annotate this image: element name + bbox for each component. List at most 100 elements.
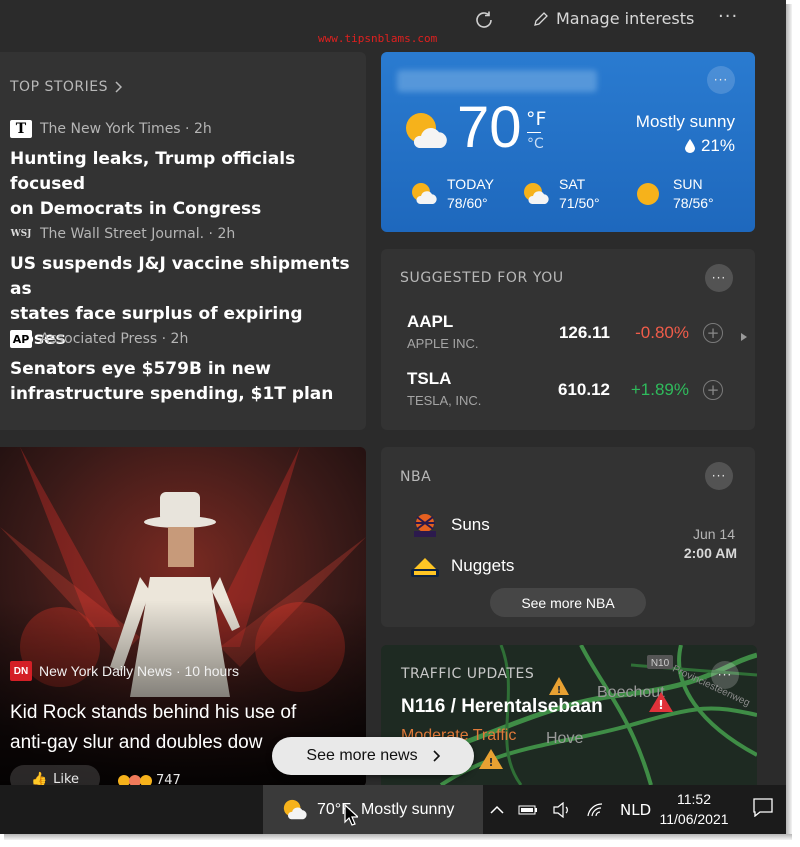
forecast-day: SAT bbox=[559, 176, 586, 192]
team-name: Suns bbox=[451, 515, 490, 534]
stock-symbol: AAPL bbox=[407, 312, 454, 331]
add-stock-icon[interactable]: + bbox=[703, 323, 723, 343]
ap-logo-icon: AP bbox=[10, 330, 32, 348]
story-source: Associated Press · 2h bbox=[40, 331, 189, 347]
clock-date: 11/06/2021 bbox=[659, 811, 729, 827]
top-stories-header[interactable]: TOP STORIES bbox=[10, 79, 123, 95]
weather-card[interactable]: ··· 70 °F °C Mostly sunny 21% TODAY 78/60… bbox=[381, 52, 755, 232]
game-date: Jun 14 bbox=[692, 526, 735, 542]
raindrop-icon bbox=[684, 139, 695, 153]
forecast-range: 78/56° bbox=[673, 195, 714, 211]
forecast-sun[interactable]: SUN 78/56° bbox=[635, 175, 714, 213]
unit-fahrenheit[interactable]: °F bbox=[526, 108, 546, 130]
weather-location-blurred bbox=[397, 70, 597, 92]
story-title: Senators eye $579B in new infrastructure… bbox=[10, 359, 334, 404]
map-label-n10: N10 bbox=[651, 658, 670, 669]
nba-more-button[interactable]: ··· bbox=[705, 462, 733, 490]
map-label-boechout: Boechout bbox=[597, 684, 665, 701]
partly-sunny-icon bbox=[524, 183, 549, 204]
traffic-road: N116 / Herentalsebaan bbox=[401, 696, 603, 717]
story-item[interactable]: AP Associated Press · 2h Senators eye $5… bbox=[10, 330, 360, 407]
suggested-more-button[interactable]: ··· bbox=[705, 264, 733, 292]
wifi-icon[interactable] bbox=[586, 802, 606, 818]
dn-logo-icon: DN bbox=[10, 661, 32, 681]
story-source: The New York Times · 2h bbox=[40, 121, 212, 137]
nba-card[interactable]: NBA ··· Suns Nuggets Jun 14 2:00 AM See … bbox=[381, 447, 755, 627]
forecast-sat[interactable]: SAT 71/50° bbox=[521, 175, 600, 213]
suggested-title: SUGGESTED FOR YOU bbox=[400, 270, 564, 286]
traffic-more-button[interactable]: ··· bbox=[711, 661, 739, 689]
traffic-title: TRAFFIC UPDATES bbox=[401, 666, 535, 682]
team-name: Nuggets bbox=[451, 556, 515, 575]
partly-sunny-icon bbox=[406, 113, 447, 148]
next-arrow-icon[interactable] bbox=[741, 333, 747, 341]
news-image-card[interactable]: DN New York Daily News · 10 hours Kid Ro… bbox=[0, 447, 366, 787]
svg-text:!: ! bbox=[557, 685, 562, 696]
unit-celsius[interactable]: °C bbox=[527, 136, 544, 152]
weather-temperature: 70 bbox=[457, 95, 522, 160]
add-stock-icon[interactable]: + bbox=[703, 380, 723, 400]
stock-row-tsla[interactable]: TSLA TESLA, INC. 610.12 +1.89% + bbox=[381, 369, 755, 419]
manage-interests-label: Manage interests bbox=[556, 9, 695, 28]
forecast-range: 71/50° bbox=[559, 195, 600, 211]
stock-name: TESLA, INC. bbox=[407, 393, 482, 408]
stock-row-aapl[interactable]: AAPL APPLE INC. 126.11 -0.80% + bbox=[381, 312, 755, 362]
stock-name: APPLE INC. bbox=[407, 336, 479, 351]
volume-icon[interactable] bbox=[552, 801, 572, 818]
stock-price: 126.11 bbox=[558, 323, 610, 342]
top-stories-label: TOP STORIES bbox=[10, 79, 109, 95]
more-options-button[interactable]: ··· bbox=[718, 6, 738, 27]
svg-text:!: ! bbox=[488, 756, 493, 769]
stock-symbol: TSLA bbox=[407, 369, 452, 388]
story-item[interactable]: T The New York Times · 2h Hunting leaks,… bbox=[10, 120, 360, 222]
stock-price: 610.12 bbox=[558, 380, 610, 399]
suggested-for-you-card: SUGGESTED FOR YOU ··· AAPL APPLE INC. 12… bbox=[381, 249, 755, 430]
suns-logo-icon bbox=[414, 514, 436, 537]
chevron-right-icon bbox=[433, 750, 440, 762]
window-shadow bbox=[4, 834, 792, 840]
battery-icon[interactable] bbox=[518, 804, 538, 816]
forecast-range: 78/60° bbox=[447, 195, 488, 211]
taskbar-condition: Mostly sunny bbox=[360, 800, 455, 818]
nuggets-logo-icon bbox=[411, 558, 439, 577]
news-source: DN New York Daily News · 10 hours bbox=[10, 661, 239, 681]
notification-icon[interactable] bbox=[752, 797, 774, 817]
like-button[interactable]: 👍 Like bbox=[10, 765, 100, 787]
pencil-icon bbox=[534, 11, 548, 26]
watermark-text: www.tipsnblams.com bbox=[318, 32, 438, 45]
top-stories-card: TOP STORIES T The New York Times · 2h Hu… bbox=[0, 52, 366, 430]
manage-interests-button[interactable]: Manage interests bbox=[532, 9, 694, 28]
see-more-news-button[interactable]: See more news bbox=[272, 737, 474, 775]
team-row: Nuggets bbox=[409, 550, 514, 582]
taskbar: 70°F Mostly sunny NLD 11:52 11/06/2021 bbox=[0, 785, 786, 834]
partly-sunny-icon bbox=[412, 183, 437, 204]
map-label-hove: Hove bbox=[546, 730, 583, 747]
story-source: The Wall Street Journal. · 2h bbox=[40, 226, 236, 242]
input-language[interactable]: NLD bbox=[620, 801, 651, 819]
window-shadow bbox=[786, 4, 792, 838]
unit-divider bbox=[527, 132, 541, 133]
weather-more-button[interactable]: ··· bbox=[707, 66, 735, 94]
chevron-up-icon[interactable] bbox=[490, 805, 504, 815]
svg-text:!: ! bbox=[658, 698, 663, 712]
forecast-day: TODAY bbox=[447, 176, 494, 192]
story-title: Hunting leaks, Trump officials focused o… bbox=[10, 149, 296, 219]
system-tray: NLD bbox=[490, 785, 651, 834]
sunny-icon bbox=[637, 183, 659, 205]
refresh-icon[interactable] bbox=[472, 8, 496, 32]
clock-time: 11:52 bbox=[677, 791, 711, 807]
partly-sunny-icon bbox=[283, 799, 307, 819]
wsj-logo-icon: WSJ bbox=[10, 229, 32, 239]
taskbar-clock[interactable]: 11:52 11/06/2021 bbox=[648, 789, 740, 829]
team-row: Suns bbox=[409, 509, 490, 541]
forecast-day: SUN bbox=[673, 176, 703, 192]
see-more-nba-button[interactable]: See more NBA bbox=[490, 588, 646, 617]
mouse-cursor-icon bbox=[344, 804, 358, 826]
forecast-today[interactable]: TODAY 78/60° bbox=[409, 175, 494, 213]
weather-precipitation: 21% bbox=[684, 136, 735, 156]
taskbar-weather-button[interactable]: 70°F Mostly sunny bbox=[263, 785, 483, 834]
chevron-right-icon bbox=[115, 81, 123, 93]
weather-condition: Mostly sunny bbox=[635, 112, 735, 131]
news-and-interests-panel: Manage interests ··· www.tipsnblams.com … bbox=[0, 0, 786, 834]
nyt-logo-icon: T bbox=[10, 120, 32, 138]
